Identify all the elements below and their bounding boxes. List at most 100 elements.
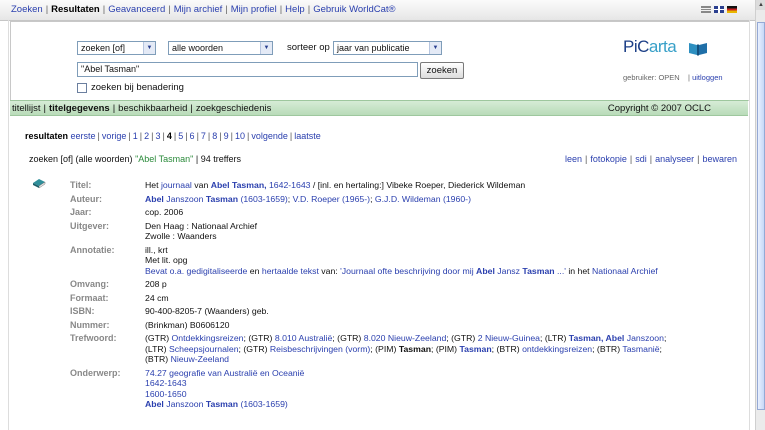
field-formaat: Formaat: 24 cm xyxy=(70,293,750,304)
page-8[interactable]: 8 xyxy=(212,131,217,141)
tab-beschikbaarheid[interactable]: beschikbaarheid xyxy=(118,103,187,114)
subject-link[interactable]: 74.27 geografie van Australië en Oceanië xyxy=(145,368,304,378)
title-link-journaal[interactable]: journaal xyxy=(161,180,192,190)
vertical-scrollbar[interactable]: ▲ xyxy=(755,0,765,430)
title-link-dates[interactable]: 1642-1643 xyxy=(267,180,311,190)
menu-mijn-archief[interactable]: Mijn archief xyxy=(174,4,223,15)
subject-link[interactable]: 1600-1650 xyxy=(145,389,187,399)
menu-geavanceerd[interactable]: Geavanceerd xyxy=(108,4,165,15)
keyword-link[interactable]: Ontdekkingsreizen xyxy=(172,333,244,343)
keyword-link[interactable]: Nieuw-Zeeland xyxy=(171,354,229,364)
page-2[interactable]: 2 xyxy=(144,131,149,141)
lines-icon[interactable] xyxy=(701,6,711,13)
search-mode-value: zoeken [of] xyxy=(81,43,126,53)
field-label: Nummer: xyxy=(70,319,110,330)
field-annotatie: Annotatie: ill., krt Met lit. opg Bevat … xyxy=(70,245,750,277)
field-label: Auteur: xyxy=(70,193,102,204)
page-10[interactable]: 10 xyxy=(235,131,245,141)
page-7[interactable]: 7 xyxy=(201,131,206,141)
page-5[interactable]: 5 xyxy=(178,131,183,141)
field-trefwoord: Trefwoord: (GTR) Ontdekkingsreizen; (GTR… xyxy=(70,333,750,365)
words-value: alle woorden xyxy=(172,43,224,53)
menu-worldcat[interactable]: Gebruik WorldCat® xyxy=(313,4,395,15)
page-border-left xyxy=(8,20,9,430)
page-6[interactable]: 6 xyxy=(190,131,195,141)
keyword-link[interactable]: Reisbeschrijvingen (vorm) xyxy=(270,344,370,354)
annotation-link-nationaal-archief[interactable]: Nationaal Archief xyxy=(592,266,658,276)
page-last[interactable]: laatste xyxy=(294,131,321,141)
action-analyseer[interactable]: analyseer xyxy=(655,154,694,164)
keyword-link[interactable]: ontdekkingsreizen xyxy=(522,344,592,354)
keyword-link[interactable]: Tasmanië xyxy=(622,344,659,354)
page-9[interactable]: 9 xyxy=(224,131,229,141)
page-next[interactable]: volgende xyxy=(251,131,288,141)
field-label: Titel: xyxy=(70,180,92,190)
words-select[interactable]: alle woorden ▼ xyxy=(168,41,273,55)
field-label: Jaar: xyxy=(70,207,92,217)
keyword-link[interactable]: 2 Nieuw-Guinea xyxy=(478,333,540,343)
field-label: Omvang: xyxy=(70,279,110,289)
subject-link[interactable]: 1642-1643 xyxy=(145,378,187,388)
page-first[interactable]: eerste xyxy=(71,131,96,141)
action-bewaren[interactable]: bewaren xyxy=(702,154,737,164)
annotation-link-journaal[interactable]: 'Journaal ofte beschrijving door mij Abe… xyxy=(340,266,566,276)
keyword-link[interactable]: 8.010 Australië xyxy=(275,333,332,343)
view-tabs: titellijst | titelgegevens | beschikbaarheid… xyxy=(12,103,272,114)
logout-link[interactable]: uitloggen xyxy=(692,73,722,82)
action-fotokopie[interactable]: fotokopie xyxy=(590,154,627,164)
menu-resultaten[interactable]: Resultaten xyxy=(51,4,100,15)
page-1[interactable]: 1 xyxy=(133,131,138,141)
top-menu-bar: Zoeken | Resultaten | Geavanceerd | Mijn archi… xyxy=(0,0,755,21)
picarta-logo[interactable]: PiCarta xyxy=(623,37,677,57)
field-nummer: Nummer: (Brinkman) B0606120 xyxy=(70,320,750,331)
page-frame: Zoeken | Resultaten | Geavanceerd | Mijn archi… xyxy=(0,0,755,430)
action-leen[interactable]: leen xyxy=(565,154,582,164)
sort-select[interactable]: jaar van publicatie ▼ xyxy=(333,41,442,55)
page-border-right xyxy=(749,20,750,430)
tab-titellijst[interactable]: titellijst xyxy=(12,103,41,114)
menu-help[interactable]: Help xyxy=(285,4,305,15)
flag-de-icon[interactable] xyxy=(727,6,737,13)
tab-titelgegevens[interactable]: titelgegevens xyxy=(49,103,110,114)
field-omvang: Omvang: 208 p xyxy=(70,279,750,290)
flag-en-icon[interactable] xyxy=(714,6,724,13)
scrollbar-thumb[interactable] xyxy=(757,22,765,410)
field-label: Onderwerp: xyxy=(70,367,121,378)
chevron-down-icon: ▼ xyxy=(143,42,155,54)
author-link-wildeman[interactable]: G.J.D. Wildeman (1960-) xyxy=(375,194,471,204)
annotation-link-hertaalde[interactable]: hertaalde tekst xyxy=(262,266,319,276)
subject-link[interactable]: Abel Janszoon Tasman (1603-1659) xyxy=(145,399,288,409)
keyword-link[interactable]: 8.020 Nieuw-Zeeland xyxy=(364,333,447,343)
field-uitgever: Uitgever: Den Haag : Nationaal Archief Zw… xyxy=(70,221,750,242)
top-menu: Zoeken | Resultaten | Geavanceerd | Mijn archi… xyxy=(11,4,396,15)
action-sdi[interactable]: sdi xyxy=(635,154,647,164)
author-link-roeper[interactable]: V.D. Roeper (1965-) xyxy=(293,194,370,204)
field-isbn: ISBN: 90-400-8205-7 (Waanders) geb. xyxy=(70,306,750,317)
page-3[interactable]: 3 xyxy=(155,131,160,141)
search-button[interactable]: zoeken xyxy=(420,62,464,79)
chevron-down-icon: ▼ xyxy=(429,42,441,54)
author-link-tasman[interactable]: Abel Janszoon Tasman (1603-1659) xyxy=(145,194,288,204)
field-label: ISBN: xyxy=(70,306,95,316)
menu-zoeken[interactable]: Zoeken xyxy=(11,4,43,15)
annotation-link-gedigitaliseerde[interactable]: Bevat o.a. gedigitaliseerde xyxy=(145,266,247,276)
keyword-link[interactable]: Scheepsjournalen xyxy=(169,344,239,354)
keyword-link[interactable]: Tasman xyxy=(459,344,491,354)
tab-zoekgeschiedenis[interactable]: zoekgeschiedenis xyxy=(196,103,272,114)
search-input[interactable]: "Abel Tasman" xyxy=(77,62,418,77)
approx-search-label: zoeken bij benadering xyxy=(91,82,184,93)
menu-mijn-profiel[interactable]: Mijn profiel xyxy=(231,4,277,15)
record-actions: leen | fotokopie | sdi | analyseer | bewaren xyxy=(565,154,737,164)
search-mode-select[interactable]: zoeken [of] ▼ xyxy=(77,41,156,55)
scroll-up-icon[interactable]: ▲ xyxy=(756,0,765,10)
field-value: (GTR) Ontdekkingsreizen; (GTR) 8.010 Aus… xyxy=(145,333,667,364)
title-link-abel-tasman[interactable]: Abel Tasman, xyxy=(211,180,267,190)
open-book-logo-icon xyxy=(689,43,707,56)
result-pagination: resultaten eerste | vorige | 1 | 2 | 3 | 4 | 5 | 6 | 7 | 8… xyxy=(25,131,321,141)
approx-search-checkbox[interactable] xyxy=(77,83,87,93)
page-prev[interactable]: vorige xyxy=(102,131,127,141)
sort-value: jaar van publicatie xyxy=(337,43,410,53)
field-value: cop. 2006 xyxy=(145,207,184,217)
keyword-link[interactable]: Tasman, Abel Janszoon xyxy=(569,333,664,343)
field-value: Abel Janszoon Tasman (1603-1659); V.D. R… xyxy=(145,193,471,204)
